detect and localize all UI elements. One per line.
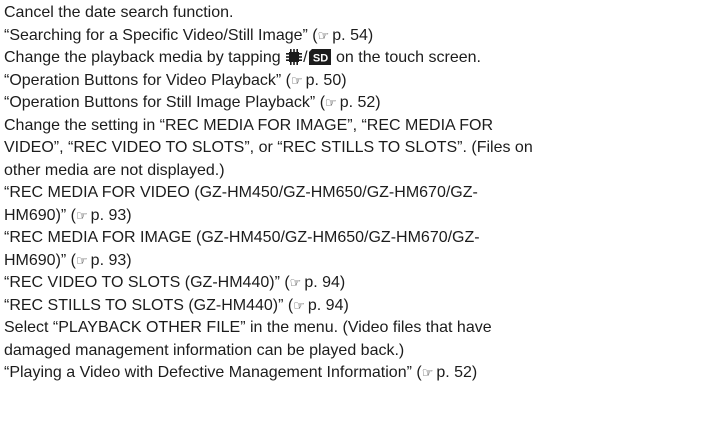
page-ref: p. 54) (332, 26, 374, 44)
page-ref: p. 50) (305, 71, 347, 89)
text-line: Change the setting in “REC MEDIA FOR IMA… (4, 116, 494, 134)
reference-text: HM690)” ( (4, 251, 77, 269)
reference-link[interactable]: “Searching for a Specific Video/Still Im… (4, 25, 702, 48)
page-ref: p. 94) (307, 296, 349, 314)
manual-text: Cancel the date search function. “Search… (4, 2, 702, 385)
text-line: Cancel the date search function. (4, 4, 234, 21)
text-line: VIDEO”, “REC VIDEO TO SLOTS”, or “REC ST… (4, 139, 533, 156)
reference-text: “REC VIDEO TO SLOTS (GZ-HM440)” ( (4, 274, 290, 291)
reference-link[interactable]: “REC VIDEO TO SLOTS (GZ-HM440)” (☞ p. 94) (4, 272, 702, 295)
reference-link[interactable]: HM690)” (☞ p. 93) (4, 250, 702, 273)
text-line: damaged management information can be pl… (4, 341, 405, 359)
pointing-hand-icon: ☞ (317, 28, 330, 44)
text-segment: Change the playback media by tapping (4, 49, 281, 66)
reference-link[interactable]: “Operation Buttons for Still Image Playb… (4, 92, 702, 115)
reference-link[interactable]: “REC MEDIA FOR IMAGE (GZ-HM450/GZ-HM650/… (4, 227, 702, 250)
reference-text: “Operation Buttons for Video Playback” ( (4, 71, 291, 89)
page-ref: p. 93) (90, 251, 132, 269)
page-ref: p. 52) (436, 364, 478, 381)
text-line: Select “PLAYBACK OTHER FILE” in the menu… (4, 319, 492, 336)
pointing-hand-icon: ☞ (290, 73, 303, 89)
reference-text: HM690)” ( (4, 206, 77, 224)
page-ref: p. 52) (339, 94, 381, 111)
slash-separator: / (303, 49, 308, 66)
pointing-hand-icon: ☞ (289, 276, 302, 291)
page-ref: p. 93) (90, 206, 132, 224)
sd-card-label: SD (312, 53, 327, 65)
pointing-hand-icon: ☞ (421, 366, 434, 381)
reference-link[interactable]: HM690)” (☞ p. 93) (4, 205, 702, 228)
text-line: other media are not displayed.) (4, 161, 225, 179)
chip-memory-icon (286, 49, 303, 73)
pointing-hand-icon: ☞ (76, 208, 88, 224)
page-ref: p. 94) (304, 274, 346, 291)
reference-text: “REC STILLS TO SLOTS (GZ-HM440)” ( (4, 296, 294, 314)
reference-link[interactable]: “REC MEDIA FOR VIDEO (GZ-HM450/GZ-HM650/… (4, 182, 702, 205)
pointing-hand-icon: ☞ (293, 298, 305, 314)
reference-link[interactable]: “Playing a Video with Defective Manageme… (4, 362, 702, 385)
reference-link[interactable]: “Operation Buttons for Video Playback” (… (4, 70, 702, 93)
pointing-hand-icon: ☞ (76, 253, 88, 269)
reference-text: “Playing a Video with Defective Manageme… (4, 364, 422, 381)
reference-text: “Operation Buttons for Still Image Playb… (4, 94, 326, 111)
sd-card-icon: SD (308, 49, 331, 73)
reference-link[interactable]: “REC STILLS TO SLOTS (GZ-HM440)” (☞ p. 94… (4, 295, 702, 318)
reference-text: “Searching for a Specific Video/Still Im… (4, 26, 318, 44)
pointing-hand-icon: ☞ (325, 96, 337, 111)
text-line: Change the playback media by tapping / S… (4, 47, 702, 70)
text-segment: on the touch screen. (336, 49, 481, 66)
